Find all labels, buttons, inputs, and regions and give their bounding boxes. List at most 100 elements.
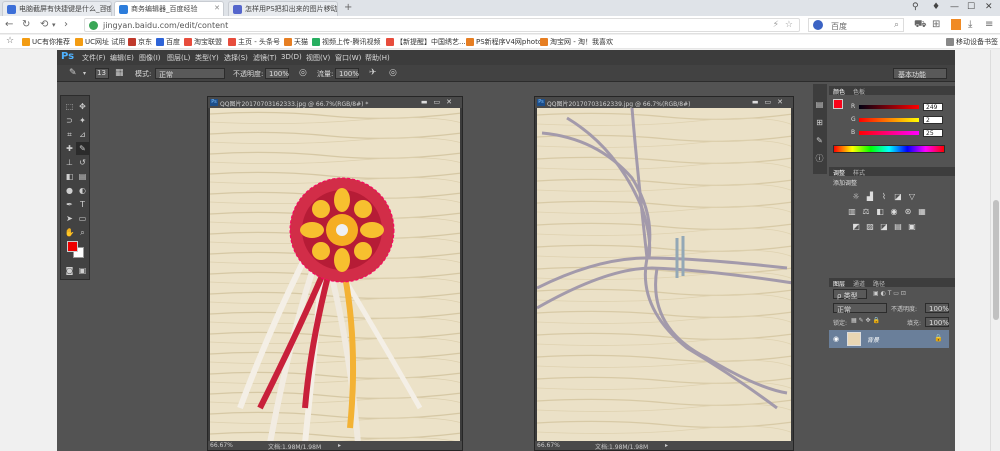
menu-3d[interactable]: 3D(D): [281, 53, 302, 61]
brush-panel-icon[interactable]: ✎: [813, 134, 826, 147]
brush-tool-icon[interactable]: ✎: [76, 142, 89, 155]
scrollbar-thumb[interactable]: [993, 200, 999, 320]
type-tool-icon[interactable]: T: [76, 198, 89, 211]
zoom-level[interactable]: 66.67%: [537, 442, 560, 449]
close-window-button[interactable]: ✕: [985, 2, 993, 12]
gradient-map-icon[interactable]: ▤: [893, 222, 903, 231]
page-scrollbar[interactable]: [990, 50, 1000, 451]
bookmark-item[interactable]: 京东: [128, 37, 152, 47]
brush-size-picker[interactable]: 13: [95, 68, 109, 79]
grid-icon[interactable]: ⊞: [932, 19, 940, 30]
fill-input[interactable]: 100%: [925, 317, 949, 327]
shirt-icon[interactable]: ♦: [932, 2, 940, 12]
document-window-2[interactable]: Ps QQ图片20170703162339.jpg @ 66.7%(RGB/8#…: [534, 96, 794, 451]
bookmark-item[interactable]: 天猫: [284, 37, 308, 47]
zoom-tool-icon[interactable]: ⌕: [76, 226, 89, 239]
curves-icon[interactable]: ⌇: [879, 192, 889, 201]
bookmark-item[interactable]: 百度: [156, 37, 180, 47]
lightning-icon[interactable]: ⚡: [773, 20, 779, 30]
pressure-opacity-icon[interactable]: ◎: [299, 68, 307, 78]
search-box[interactable]: 百度 ⌕: [808, 18, 904, 32]
visibility-eye-icon[interactable]: ◉: [833, 335, 839, 343]
channel-g-value[interactable]: 2: [923, 116, 943, 124]
vibrance-icon[interactable]: ▽: [907, 192, 917, 201]
menu-view[interactable]: 视图(V): [306, 53, 330, 63]
browser-tab-2[interactable]: 商务编辑器_百度经验 ✕: [114, 1, 224, 16]
minimize-button[interactable]: —: [950, 2, 959, 12]
brush-tool-icon[interactable]: ✎: [69, 68, 77, 78]
screen-mode-icon[interactable]: ▣: [76, 264, 89, 277]
download-icon[interactable]: ⤓: [968, 19, 972, 30]
menu-window[interactable]: 窗口(W): [335, 53, 361, 63]
layer-opacity-input[interactable]: 100%: [925, 303, 949, 313]
pressure-size-icon[interactable]: ◎: [389, 68, 397, 78]
gradient-tool-icon[interactable]: ▤: [76, 170, 89, 183]
menu-type[interactable]: 类型(Y): [195, 53, 219, 63]
channel-b-slider[interactable]: [859, 131, 919, 135]
dodge-tool-icon[interactable]: ◐: [76, 184, 89, 197]
color-lookup-icon[interactable]: ▦: [917, 207, 927, 216]
history-panel-icon[interactable]: ▤: [813, 98, 826, 111]
cart-icon[interactable]: ⛟: [914, 19, 927, 32]
document-canvas[interactable]: [537, 108, 791, 441]
path-select-icon[interactable]: ➤: [63, 212, 76, 225]
badge-icon[interactable]: [951, 19, 961, 30]
new-tab-button[interactable]: +: [344, 2, 352, 13]
photo-filter-icon[interactable]: ◉: [889, 207, 899, 216]
hand-tool-icon[interactable]: ✋: [63, 226, 76, 239]
lasso-tool-icon[interactable]: ⊃: [63, 114, 76, 127]
brightness-icon[interactable]: ☼: [851, 192, 861, 201]
crop-tool-icon[interactable]: ⌗: [63, 128, 76, 141]
foreground-color-swatch[interactable]: [67, 241, 78, 252]
back-icon[interactable]: ←: [5, 19, 13, 30]
forward-icon[interactable]: ›: [64, 19, 68, 30]
channel-g-slider[interactable]: [859, 118, 919, 122]
layer-name[interactable]: 背景: [867, 335, 879, 344]
search-icon[interactable]: ⌕: [894, 20, 899, 30]
chevron-down-icon[interactable]: ▾: [83, 70, 86, 77]
pen-tool-icon[interactable]: ✒: [63, 198, 76, 211]
address-bar[interactable]: jingyan.baidu.com/edit/content ⚡ ☆: [84, 18, 800, 32]
flow-input[interactable]: 100%: [335, 68, 359, 79]
invert-icon[interactable]: ◩: [851, 222, 861, 231]
document-title-bar[interactable]: Ps QQ图片20170703162339.jpg @ 66.7%(RGB/8#…: [535, 97, 793, 108]
status-arrow-icon[interactable]: ▸: [665, 442, 668, 449]
bookmark-item[interactable]: 淘宝网 - 淘！我喜欢: [540, 37, 613, 47]
selective-color-icon[interactable]: ▣: [907, 222, 917, 231]
pin-icon[interactable]: ⚲: [912, 2, 919, 12]
maximize-button[interactable]: ☐: [967, 2, 975, 12]
eyedropper-tool-icon[interactable]: ⊿: [76, 128, 89, 141]
threshold-icon[interactable]: ◪: [879, 222, 889, 231]
info-panel-icon[interactable]: ⓘ: [813, 152, 826, 165]
layer-row-background[interactable]: ◉ 背景 🔒: [829, 330, 949, 348]
healing-tool-icon[interactable]: ✚: [63, 142, 76, 155]
layer-filter-select[interactable]: ρ 类型: [833, 289, 867, 300]
status-arrow-icon[interactable]: ▸: [338, 442, 341, 449]
menu-help[interactable]: 帮助(H): [365, 53, 390, 63]
bookmark-item[interactable]: 主页 - 头条号: [228, 37, 280, 47]
history-brush-icon[interactable]: ↺: [76, 156, 89, 169]
bookmark-item[interactable]: PS新程序V4网photo...: [466, 37, 549, 47]
document-window-1[interactable]: Ps QQ图片20170703162333.jpg @ 66.7%(RGB/8#…: [207, 96, 463, 451]
menu-image[interactable]: 图像(I): [139, 53, 161, 63]
bookmark-item[interactable]: UC有你推荐: [22, 37, 70, 47]
levels-icon[interactable]: ▟: [865, 192, 875, 201]
mode-select[interactable]: 正常: [155, 68, 225, 79]
document-window-buttons[interactable]: ▬▭✕: [752, 98, 789, 106]
bookmark-item[interactable]: 淘宝联盟: [184, 37, 222, 47]
shape-tool-icon[interactable]: ▭: [76, 212, 89, 225]
lock-icons[interactable]: ▦ ✎ ✥ 🔒: [851, 317, 880, 324]
properties-panel-icon[interactable]: ⊞: [813, 116, 826, 129]
color-spectrum[interactable]: [833, 145, 945, 153]
doc-size-info[interactable]: 文档:1.98M/1.98M: [268, 442, 321, 451]
color-balance-icon[interactable]: ▥: [847, 207, 857, 216]
workspace-select[interactable]: 基本功能: [893, 68, 947, 79]
airbrush-icon[interactable]: ✈: [369, 68, 377, 78]
tab-close-icon[interactable]: ✕: [328, 4, 334, 12]
menu-file[interactable]: 文件(F): [82, 53, 106, 63]
menu-select[interactable]: 选择(S): [224, 53, 248, 63]
document-window-buttons[interactable]: ▬▭✕: [421, 98, 458, 106]
opacity-input[interactable]: 100%: [265, 68, 289, 79]
document-title-bar[interactable]: Ps QQ图片20170703162333.jpg @ 66.7%(RGB/8#…: [208, 97, 462, 108]
browser-tab-1[interactable]: 电脑截屏有快捷键是什么_百度... ✕: [2, 1, 112, 16]
